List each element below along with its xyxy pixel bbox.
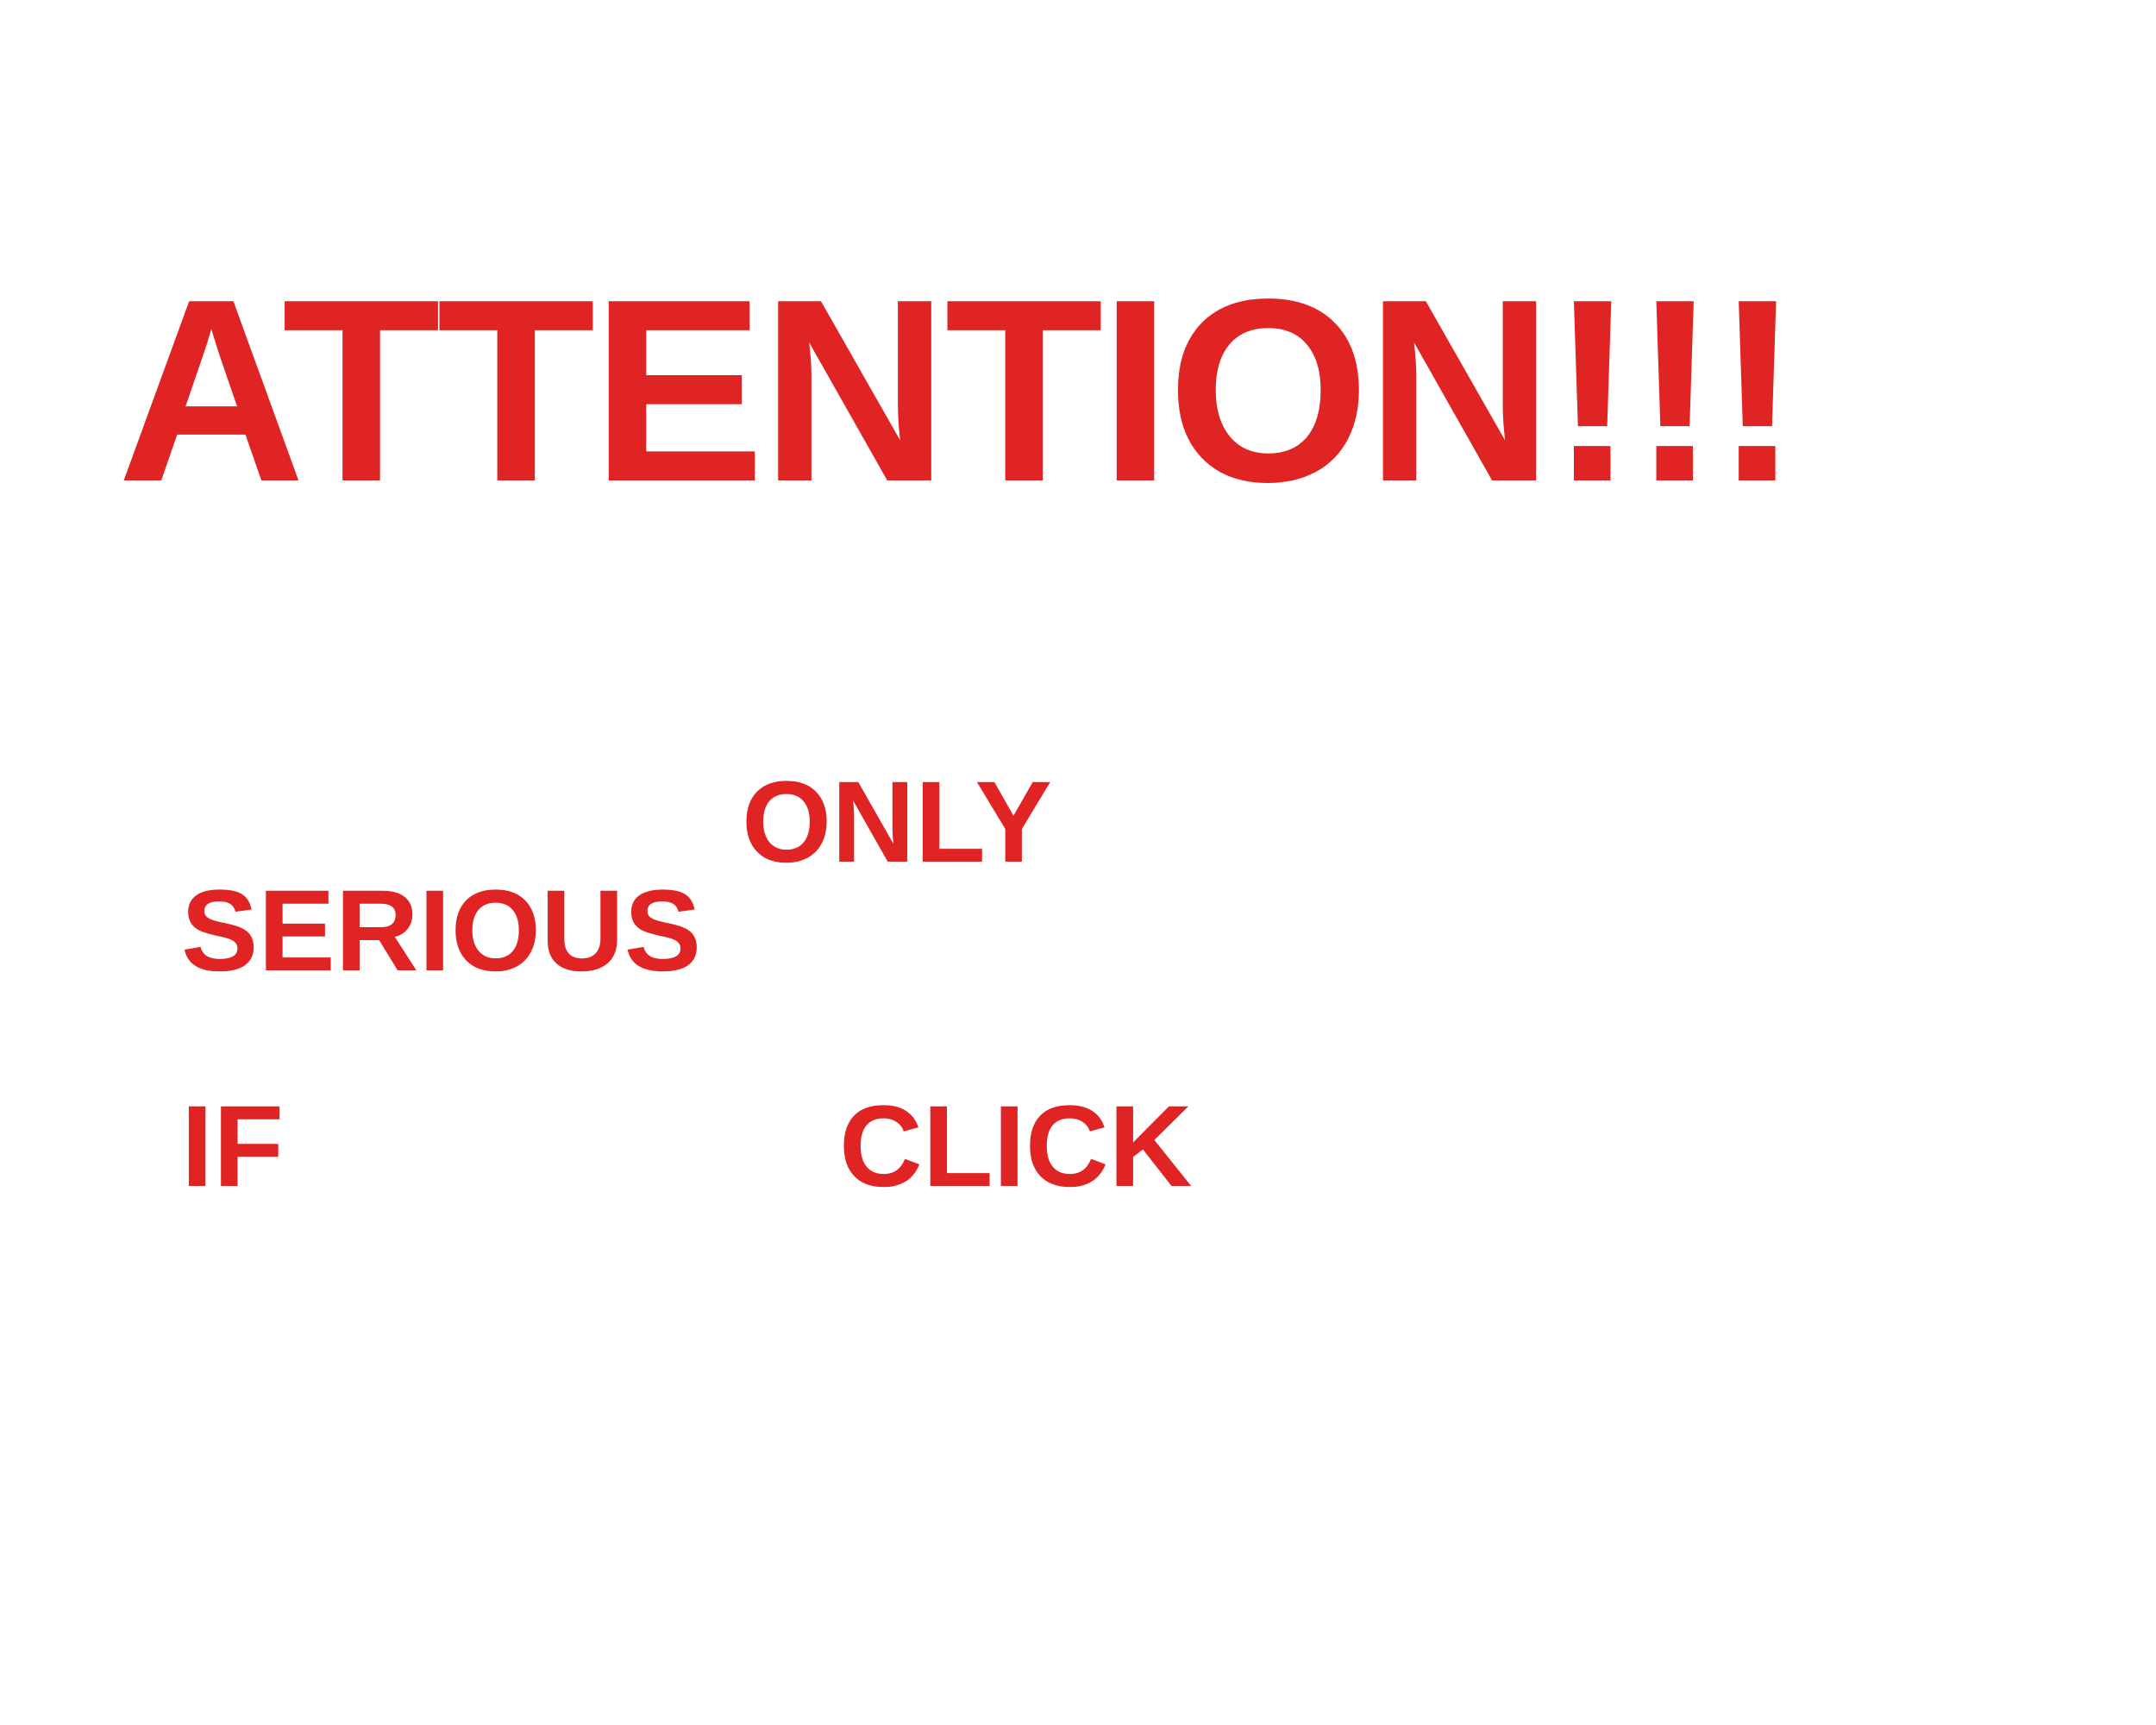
attention-headline: ATTENTION!!! (117, 245, 1801, 536)
if-word: IF (181, 1082, 285, 1211)
only-word: ONLY (742, 758, 1052, 887)
click-word[interactable]: CLICK (839, 1089, 1192, 1205)
serious-word: SERIOUS (181, 867, 702, 995)
